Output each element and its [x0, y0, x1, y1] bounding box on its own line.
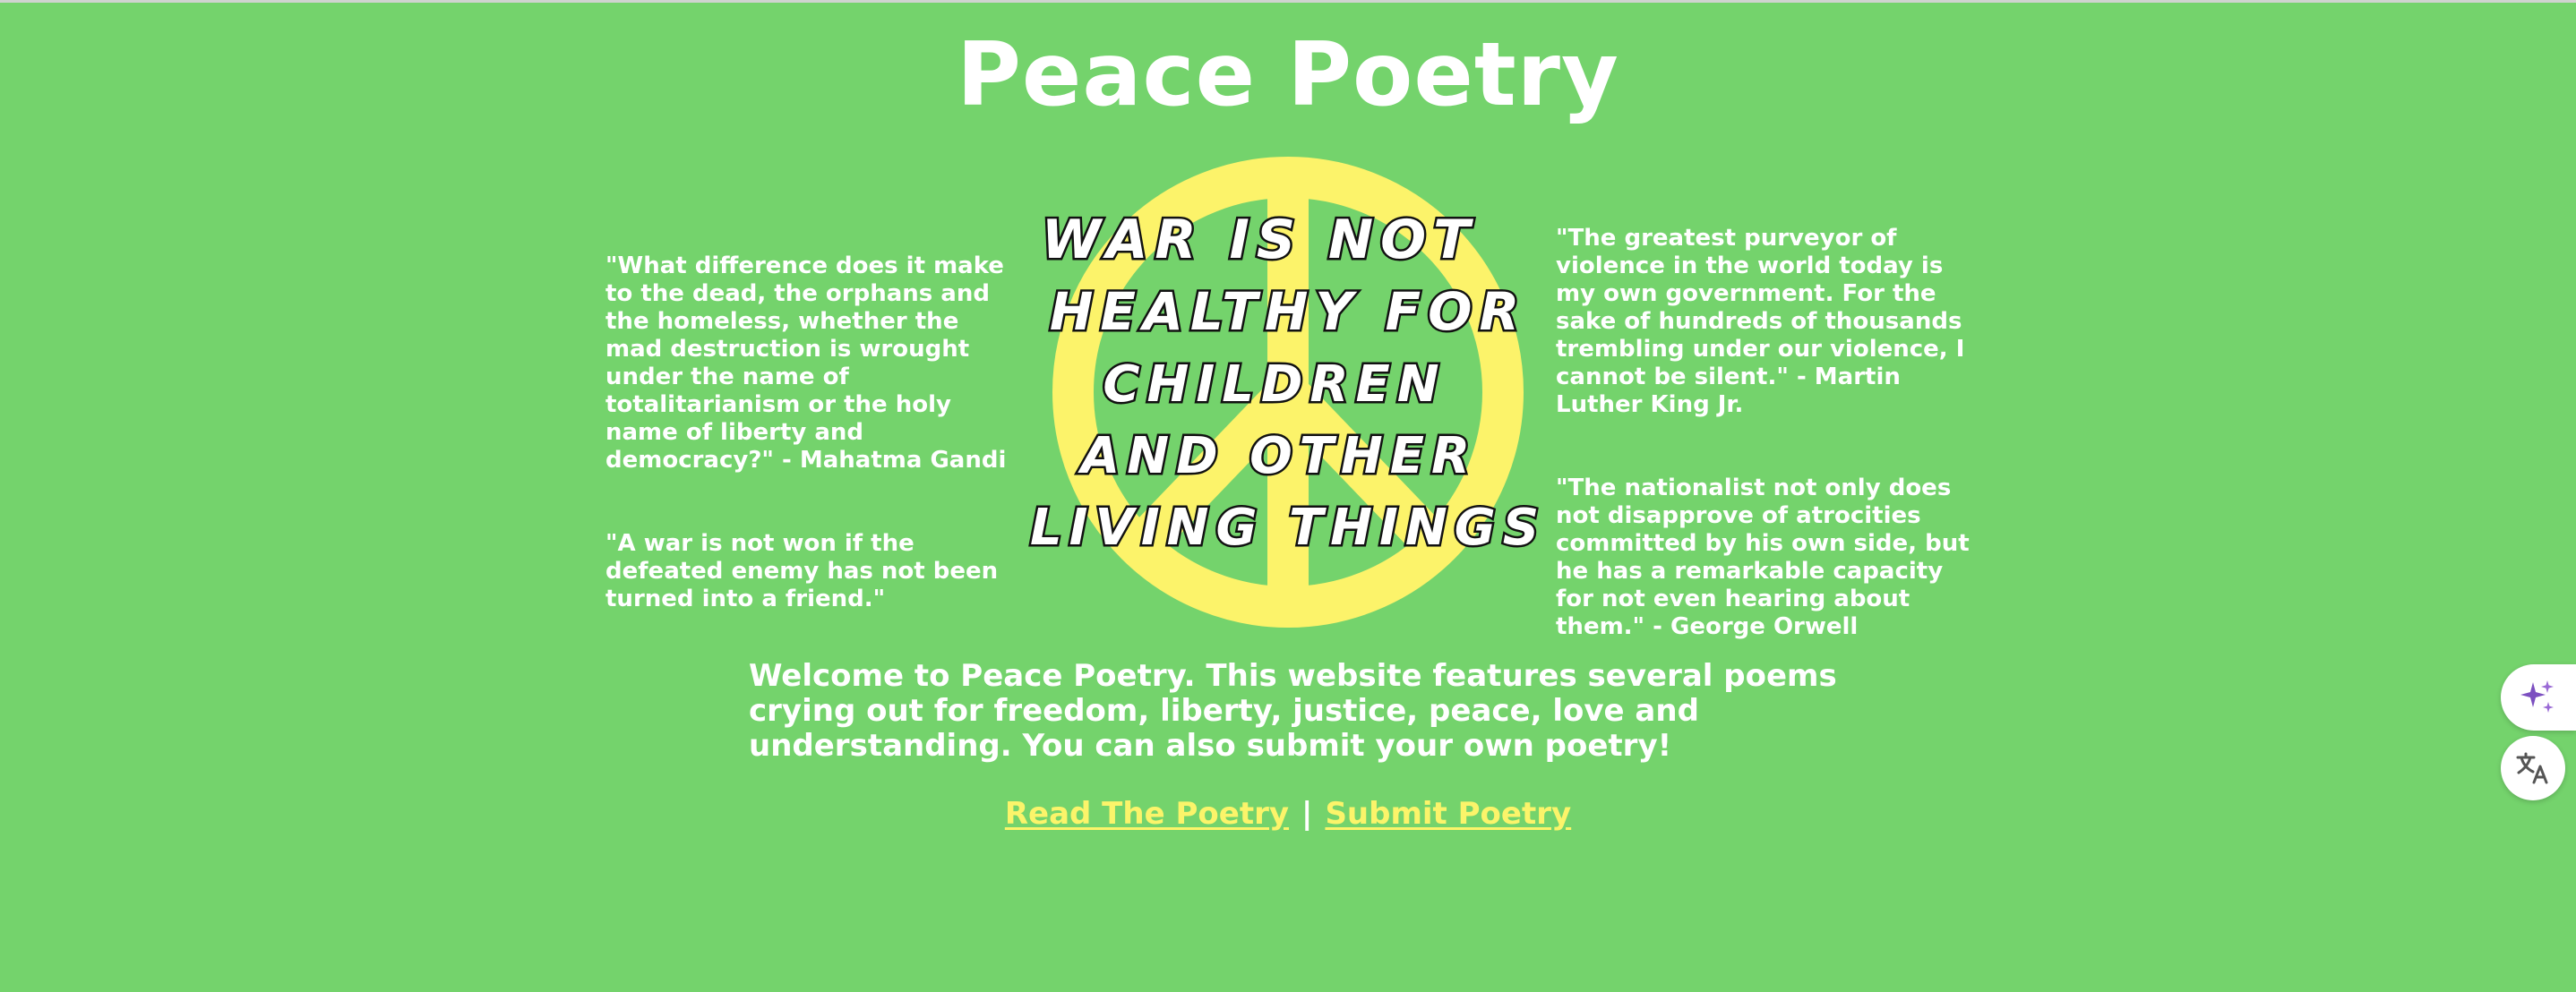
- graphic-line-4: AND OTHER: [1078, 427, 1477, 485]
- link-separator: |: [1301, 796, 1313, 832]
- read-poetry-link[interactable]: Read The Poetry: [1005, 796, 1289, 832]
- browser-top-edge: [0, 0, 2576, 3]
- quote-mlk: "The greatest purveyor of violence in th…: [1556, 225, 1965, 418]
- peace-sign-image: WAR IS NOT HEALTHY FOR CHILDREN AND OTHE…: [1028, 141, 1548, 643]
- translate-icon: [2516, 752, 2548, 784]
- graphic-line-1: WAR IS NOT: [1042, 209, 1477, 271]
- graphic-line-3: CHILDREN: [1103, 355, 1446, 414]
- graphic-line-2: HEALTHY FOR: [1050, 281, 1526, 342]
- welcome-text: Welcome to Peace Poetry. This website fe…: [749, 658, 1837, 764]
- left-quotes: "What difference does it make to the dea…: [605, 225, 1018, 669]
- quote-war-friend: "A war is not won if the defeated enemy …: [605, 530, 999, 612]
- ai-assist-button[interactable]: [2501, 664, 2576, 731]
- right-quotes: "The greatest purveyor of violence in th…: [1556, 197, 1977, 697]
- sparkle-icon: [2520, 680, 2554, 713]
- quote-orwell: "The nationalist not only does not disap…: [1556, 475, 1970, 640]
- quote-gandhi: "What difference does it make to the dea…: [605, 252, 1007, 474]
- page-title: Peace Poetry: [957, 24, 1619, 126]
- graphic-line-5: LIVING THINGS: [1030, 499, 1546, 557]
- nav-links: Read The Poetry | Submit Poetry: [0, 796, 2576, 832]
- submit-poetry-link[interactable]: Submit Poetry: [1325, 796, 1571, 832]
- translate-button[interactable]: [2501, 736, 2565, 800]
